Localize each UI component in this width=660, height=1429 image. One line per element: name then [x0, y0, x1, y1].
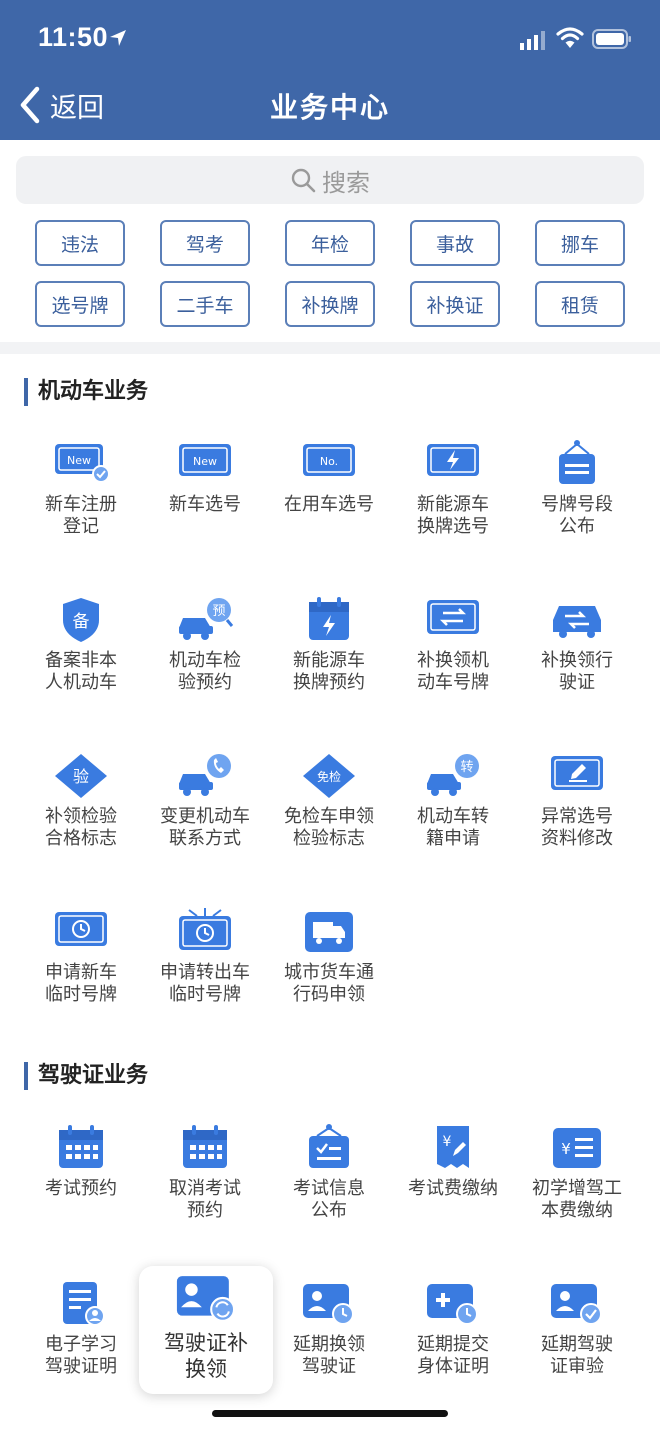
svg-text:New: New	[193, 455, 217, 468]
svg-text:预: 预	[212, 604, 225, 619]
chip-violation[interactable]: 违法	[35, 220, 125, 266]
svg-text:New: New	[67, 454, 91, 467]
service-used-car-plate-select[interactable]: No. 在用车选号	[267, 438, 391, 516]
exempt-diamond-icon: 免检	[303, 754, 355, 798]
ev-plate-icon	[427, 444, 479, 476]
health-delay-icon	[427, 1284, 478, 1325]
calendar-cancel-icon	[183, 1125, 227, 1168]
service-plate-info-edit[interactable]: 异常选号 资料修改	[515, 750, 639, 850]
service-reissue-inspection-mark[interactable]: 验 补领检验 合格标志	[19, 750, 143, 850]
new-plate-icon: New	[179, 444, 231, 476]
verify-diamond-icon: 验	[55, 754, 107, 798]
header-bar: 11:50 返回 业务中心	[0, 0, 660, 140]
no-plate-icon: No.	[303, 444, 355, 476]
svg-text:备: 备	[73, 612, 90, 632]
service-license-renew-delay[interactable]: 延期换领 驾驶证	[267, 1278, 391, 1378]
service-new-car-plate-select[interactable]: New 新车选号	[143, 438, 267, 516]
battery-icon	[592, 29, 631, 49]
chip-select-plate[interactable]: 选号牌	[35, 281, 125, 327]
chip-rental[interactable]: 租赁	[535, 281, 625, 327]
service-record-non-owner-car[interactable]: 备 备案非本 人机动车	[19, 594, 143, 694]
license-delay-icon	[303, 1284, 354, 1325]
wifi-icon	[556, 27, 584, 48]
service-cancel-exam-booking[interactable]: 取消考试 预约	[143, 1122, 267, 1222]
service-transfer-out-temp-plate[interactable]: 申请转出车 临时号牌	[143, 906, 267, 1006]
car-transfer-icon: 转	[427, 754, 479, 796]
truck-icon	[305, 912, 353, 952]
chip-move-car[interactable]: 挪车	[535, 220, 625, 266]
chip-annual-inspection[interactable]: 年检	[285, 220, 375, 266]
service-exempt-car-mark[interactable]: 免检 免检车申领 检验标志	[267, 750, 391, 850]
service-replace-car-plate[interactable]: 补换领机 动车号牌	[391, 594, 515, 694]
service-car-inspection-booking[interactable]: 预 机动车检 验预约	[143, 594, 267, 694]
service-exam-fee-payment[interactable]: ¥ 考试费缴纳	[391, 1122, 515, 1200]
service-car-transfer[interactable]: 转 机动车转 籍申请	[391, 750, 515, 850]
e-doc-icon	[63, 1282, 105, 1326]
plate-edit-icon	[551, 756, 603, 790]
new-plate-check-icon: New	[55, 444, 110, 483]
cellular-signal-icon	[520, 31, 545, 50]
chip-accident[interactable]: 事故	[410, 220, 500, 266]
service-learner-fee-payment[interactable]: ¥ 初学增驾工 本费缴纳	[515, 1122, 639, 1222]
status-time: 11:50	[38, 22, 109, 52]
ev-calendar-icon	[309, 597, 349, 640]
section-title-license: 驾驶证业务	[24, 1062, 148, 1090]
temp-plate-icon	[55, 912, 107, 946]
service-change-contact-info[interactable]: 变更机动车 联系方式	[143, 750, 267, 850]
svg-text:¥: ¥	[443, 1134, 452, 1150]
chip-driving-test[interactable]: 驾考	[160, 220, 250, 266]
service-exam-booking[interactable]: 考试预约	[19, 1122, 143, 1200]
service-ev-plate-select[interactable]: 新能源车 换牌选号	[391, 438, 515, 538]
service-health-cert-delay[interactable]: 延期提交 身体证明	[391, 1278, 515, 1378]
service-new-car-register[interactable]: New 新车注册 登记	[19, 438, 143, 538]
exam-info-icon	[309, 1124, 349, 1168]
car-phone-icon	[179, 754, 231, 796]
service-e-study-certificate[interactable]: 电子学习 驾驶证明	[19, 1278, 143, 1378]
service-ev-plate-booking[interactable]: 新能源车 换牌预约	[267, 594, 391, 694]
service-license-renew[interactable]: 驾驶证补 换领	[144, 1272, 268, 1382]
car-inspect-icon: 预	[179, 598, 234, 640]
car-swap-icon	[553, 606, 601, 638]
section-title-motor: 机动车业务	[24, 378, 148, 406]
temp-plate-out-icon	[179, 908, 231, 950]
service-new-car-temp-plate[interactable]: 申请新车 临时号牌	[19, 906, 143, 1006]
service-plate-range-publish[interactable]: 号牌号段 公布	[515, 438, 639, 538]
svg-text:¥: ¥	[561, 1140, 571, 1158]
svg-text:No.: No.	[320, 455, 338, 468]
license-verify-icon	[551, 1284, 602, 1325]
search-placeholder: 搜索	[322, 168, 370, 197]
exam-fee-icon: ¥	[437, 1126, 469, 1168]
search-icon	[291, 168, 316, 193]
svg-text:转: 转	[460, 760, 473, 775]
plate-sign-icon	[559, 440, 595, 484]
fee-list-icon: ¥	[553, 1128, 601, 1168]
service-replace-vehicle-license[interactable]: 补换领行 驶证	[515, 594, 639, 694]
search-input[interactable]: 搜索	[16, 156, 644, 204]
home-indicator[interactable]	[212, 1410, 448, 1417]
location-arrow-icon	[110, 30, 126, 46]
chip-used-car[interactable]: 二手车	[160, 281, 250, 327]
calendar-icon	[59, 1125, 103, 1168]
svg-text:免检: 免检	[317, 769, 341, 784]
license-renew-icon	[176, 1276, 236, 1322]
chip-replace-license[interactable]: 补换证	[410, 281, 500, 327]
service-city-truck-pass[interactable]: 城市货车通 行码申领	[267, 906, 391, 1006]
svg-text:验: 验	[73, 767, 89, 786]
record-shield-icon: 备	[63, 598, 99, 642]
chip-replace-plate[interactable]: 补换牌	[285, 281, 375, 327]
service-exam-info-publish[interactable]: 考试信息 公布	[267, 1122, 391, 1222]
service-license-verify-delay[interactable]: 延期驾驶 证审验	[515, 1278, 639, 1378]
plate-swap-icon	[427, 600, 479, 634]
section-divider	[0, 342, 660, 354]
page-title: 业务中心	[269, 91, 390, 124]
